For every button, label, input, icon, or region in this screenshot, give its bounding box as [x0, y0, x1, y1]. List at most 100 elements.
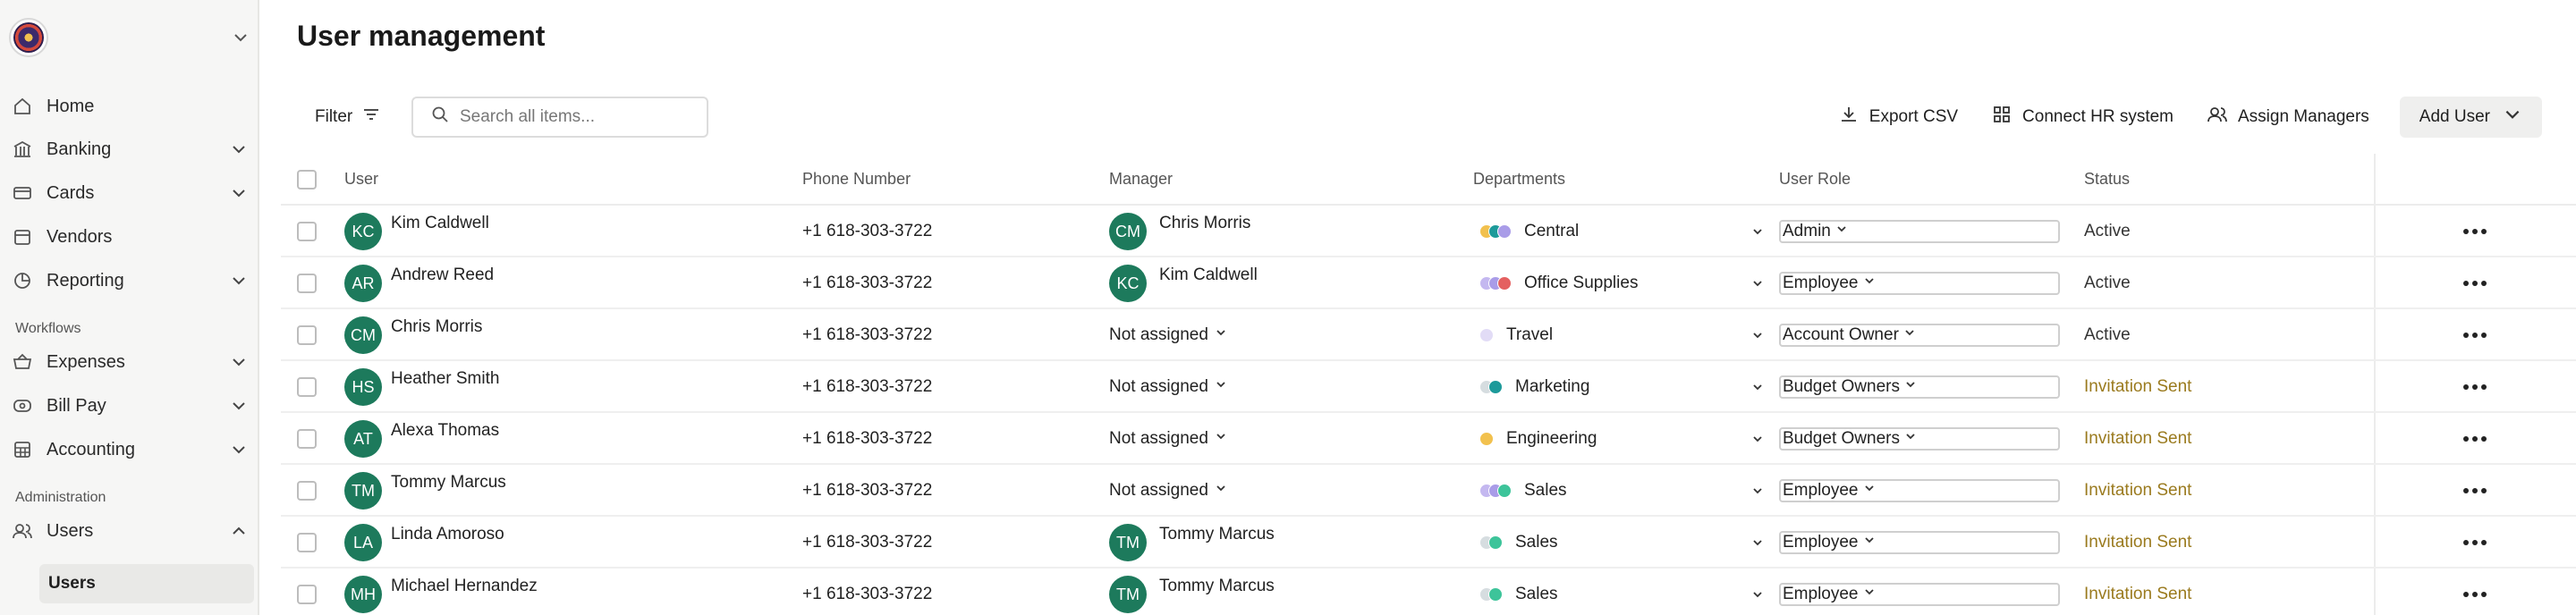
row-checkbox[interactable] [297, 429, 317, 449]
header-role[interactable]: User Role [1779, 170, 1851, 189]
manager-cell[interactable]: TM Tommy Marcus Tommy Marcus [1109, 517, 1275, 569]
table-row[interactable]: LA Linda Amoroso +1 618-303-3722 TM Tomm… [281, 517, 2576, 569]
role-select[interactable]: Employee [1779, 531, 2060, 554]
manager-cell[interactable]: Not assigned Not assigned [1109, 413, 1228, 465]
manager-cell[interactable]: CM Chris Morris Chris Morris [1109, 206, 1250, 257]
chevron-down-icon [1214, 481, 1228, 501]
department-color-dot [1497, 484, 1512, 498]
connect-hr-button[interactable]: Connect HR system [1988, 97, 2177, 138]
department-cell[interactable]: Engineering [1479, 413, 1766, 465]
row-checkbox[interactable] [297, 222, 317, 241]
section-label-workflows: Workflows [15, 321, 81, 336]
assign-managers-label: Assign Managers [2238, 107, 2369, 126]
department-cell[interactable]: Sales [1479, 517, 1766, 569]
role-select[interactable]: Employee [1779, 583, 2060, 606]
select-all-checkbox[interactable] [297, 170, 317, 190]
filter-button[interactable]: Filter [315, 97, 381, 138]
more-options-icon[interactable] [2462, 539, 2488, 546]
status-badge: Active [2084, 274, 2131, 292]
department-cell[interactable]: Travel [1479, 309, 1766, 361]
role-select[interactable]: Budget Owners [1779, 375, 2060, 399]
user-name[interactable]: Alexa Thomas [391, 421, 499, 441]
assign-managers-button[interactable]: Assign Managers [2204, 97, 2373, 138]
row-checkbox[interactable] [297, 585, 317, 604]
header-user[interactable]: User [344, 170, 378, 189]
add-user-button[interactable]: Add User [2399, 97, 2542, 138]
role-select[interactable]: Employee [1779, 272, 2060, 295]
chevron-down-icon [229, 271, 249, 291]
avatar: AR [344, 265, 382, 302]
table-row[interactable]: AT Alexa Thomas +1 618-303-3722 Not assi… [281, 413, 2576, 465]
header-departments[interactable]: Departments [1473, 170, 1565, 189]
role-select[interactable]: Employee [1779, 479, 2060, 502]
role-select[interactable]: Budget Owners [1779, 427, 2060, 451]
manager-dropdown[interactable]: Not assigned [1109, 377, 1228, 397]
more-options-icon[interactable] [2462, 435, 2488, 442]
more-options-icon[interactable] [2462, 591, 2488, 598]
row-checkbox[interactable] [297, 481, 317, 501]
table-row[interactable]: CM Chris Morris +1 618-303-3722 Not assi… [281, 309, 2576, 361]
row-checkbox[interactable] [297, 377, 317, 397]
sidebar-item-accounting[interactable]: Accounting [13, 432, 249, 468]
more-options-icon[interactable] [2462, 280, 2488, 287]
user-name[interactable]: Kim Caldwell [391, 214, 489, 233]
role-cell: Employee [1779, 465, 2060, 517]
department-cell[interactable]: Marketing [1479, 361, 1766, 413]
sidebar-subitem-users[interactable]: Users [39, 564, 254, 603]
sidebar-item-reporting[interactable]: Reporting [13, 263, 249, 299]
role-select[interactable]: Admin [1779, 220, 2060, 243]
manager-dropdown[interactable]: Not assigned [1109, 481, 1228, 501]
export-csv-button[interactable]: Export CSV [1835, 97, 1962, 138]
manager-cell[interactable]: KC Kim Caldwell Kim Caldwell [1109, 257, 1258, 309]
sidebar-item-users[interactable]: Users [13, 513, 249, 549]
table-row[interactable]: MH Michael Hernandez +1 618-303-3722 TM … [281, 569, 2576, 615]
more-options-icon[interactable] [2462, 487, 2488, 494]
chevron-down-icon [229, 440, 249, 459]
role-value: Employee [1783, 585, 1859, 603]
user-name[interactable]: Tommy Marcus [391, 473, 506, 493]
header-status[interactable]: Status [2084, 170, 2130, 189]
row-actions-cell [2462, 413, 2488, 465]
manager-dropdown[interactable]: Not assigned [1109, 429, 1228, 449]
sidebar-item-home[interactable]: Home [13, 88, 249, 124]
manager-dropdown[interactable]: Not assigned [1109, 325, 1228, 345]
user-name[interactable]: Heather Smith [391, 369, 499, 389]
department-cell[interactable]: Central [1479, 206, 1766, 257]
more-options-icon[interactable] [2462, 228, 2488, 235]
department-cell[interactable]: Sales [1479, 569, 1766, 615]
manager-cell[interactable]: Not assigned Not assigned [1109, 309, 1228, 361]
user-name[interactable]: Andrew Reed [391, 265, 494, 285]
manager-cell[interactable]: TM Tommy Marcus Tommy Marcus [1109, 569, 1275, 615]
sidebar-item-vendors[interactable]: Vendors [13, 219, 249, 255]
sidebar-item-expenses[interactable]: Expenses [13, 344, 249, 380]
table-row[interactable]: TM Tommy Marcus +1 618-303-3722 Not assi… [281, 465, 2576, 517]
filter-label: Filter [315, 107, 353, 126]
more-options-icon[interactable] [2462, 332, 2488, 339]
header-phone[interactable]: Phone Number [802, 170, 911, 189]
manager-name: Kim Caldwell [1159, 265, 1258, 284]
workspace-switcher[interactable] [9, 16, 250, 59]
manager-cell[interactable]: Not assigned Not assigned [1109, 361, 1228, 413]
department-cell[interactable]: Sales [1479, 465, 1766, 517]
search-icon [431, 105, 449, 129]
department-cell[interactable]: Office Supplies [1479, 257, 1766, 309]
sidebar-item-bill-pay[interactable]: Bill Pay [13, 388, 249, 424]
row-checkbox[interactable] [297, 274, 317, 293]
user-name[interactable]: Michael Hernandez [391, 577, 538, 596]
avatar: LA [344, 524, 382, 561]
row-checkbox[interactable] [297, 325, 317, 345]
sidebar-item-banking[interactable]: Banking [13, 131, 249, 167]
header-manager[interactable]: Manager [1109, 170, 1173, 189]
table-row[interactable]: HS Heather Smith +1 618-303-3722 Not ass… [281, 361, 2576, 413]
role-select[interactable]: Account Owner [1779, 324, 2060, 347]
table-row[interactable]: AR Andrew Reed +1 618-303-3722 KC Kim Ca… [281, 257, 2576, 309]
sidebar-item-cards[interactable]: Cards [13, 175, 249, 211]
chevron-down-icon [1862, 481, 1877, 501]
row-checkbox[interactable] [297, 533, 317, 552]
user-name[interactable]: Chris Morris [391, 317, 482, 337]
table-row[interactable]: KC Kim Caldwell +1 618-303-3722 CM Chris… [281, 206, 2576, 257]
user-name[interactable]: Linda Amoroso [391, 525, 504, 544]
manager-cell[interactable]: Not assigned Not assigned [1109, 465, 1228, 517]
more-options-icon[interactable] [2462, 383, 2488, 391]
search-input[interactable] [460, 107, 692, 127]
